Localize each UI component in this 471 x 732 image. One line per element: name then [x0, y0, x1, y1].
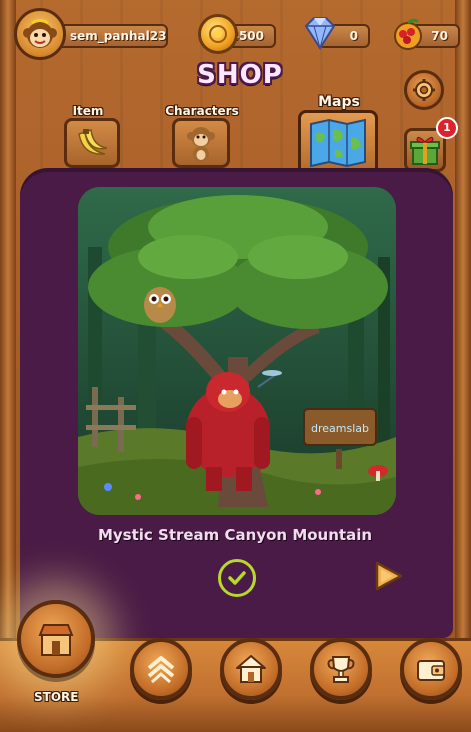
next-map-button[interactable] — [370, 558, 406, 594]
player-avatar[interactable] — [14, 8, 66, 60]
rank-up-icon — [147, 656, 175, 684]
checkmark-icon — [228, 571, 246, 585]
sign-text: dreamslab — [311, 422, 369, 435]
gem-icon — [298, 12, 338, 52]
map-icon — [310, 118, 366, 168]
nav-store-label: STORE — [34, 690, 79, 704]
coin-icon — [198, 14, 238, 54]
notification-badge: 1 — [436, 117, 458, 139]
owned-status-button[interactable] — [218, 559, 256, 597]
gift-icon — [410, 136, 440, 165]
map-preview-image: dreamslab — [78, 187, 396, 515]
home-icon — [236, 655, 266, 683]
tab-maps[interactable] — [298, 110, 378, 176]
tab-characters-label: Characters — [165, 104, 239, 118]
tab-item-label: Item — [72, 104, 104, 118]
banana-icon — [78, 128, 108, 155]
monkey-icon — [187, 127, 215, 162]
top-bar: sem_panhal23 4500 0 70 — [0, 0, 471, 64]
settings-button[interactable] — [404, 70, 444, 110]
monkey-avatar-icon — [23, 19, 57, 48]
tab-characters[interactable] — [172, 118, 230, 168]
wallet-icon — [417, 660, 445, 681]
fruit-icon — [388, 14, 428, 54]
shop-title: SHOP — [197, 60, 283, 90]
store-icon — [38, 624, 74, 656]
nav-rank-button[interactable] — [130, 638, 192, 700]
gear-icon — [413, 79, 435, 101]
nav-wallet-button[interactable] — [400, 638, 462, 700]
nav-home-button[interactable] — [220, 638, 282, 700]
wood-frame-right — [455, 0, 471, 732]
tab-maps-label: Maps — [318, 94, 360, 110]
nav-trophy-button[interactable] — [310, 638, 372, 700]
tab-item[interactable] — [64, 118, 120, 168]
map-name: Mystic Stream Canyon Mountain — [97, 526, 373, 544]
wood-frame-left — [0, 0, 16, 732]
chevron-right-icon — [375, 561, 403, 591]
nav-store-button[interactable] — [17, 600, 95, 678]
trophy-icon — [327, 656, 355, 683]
map-illustration: dreamslab — [78, 187, 396, 515]
username-label: sem_panhal23 — [56, 24, 168, 48]
